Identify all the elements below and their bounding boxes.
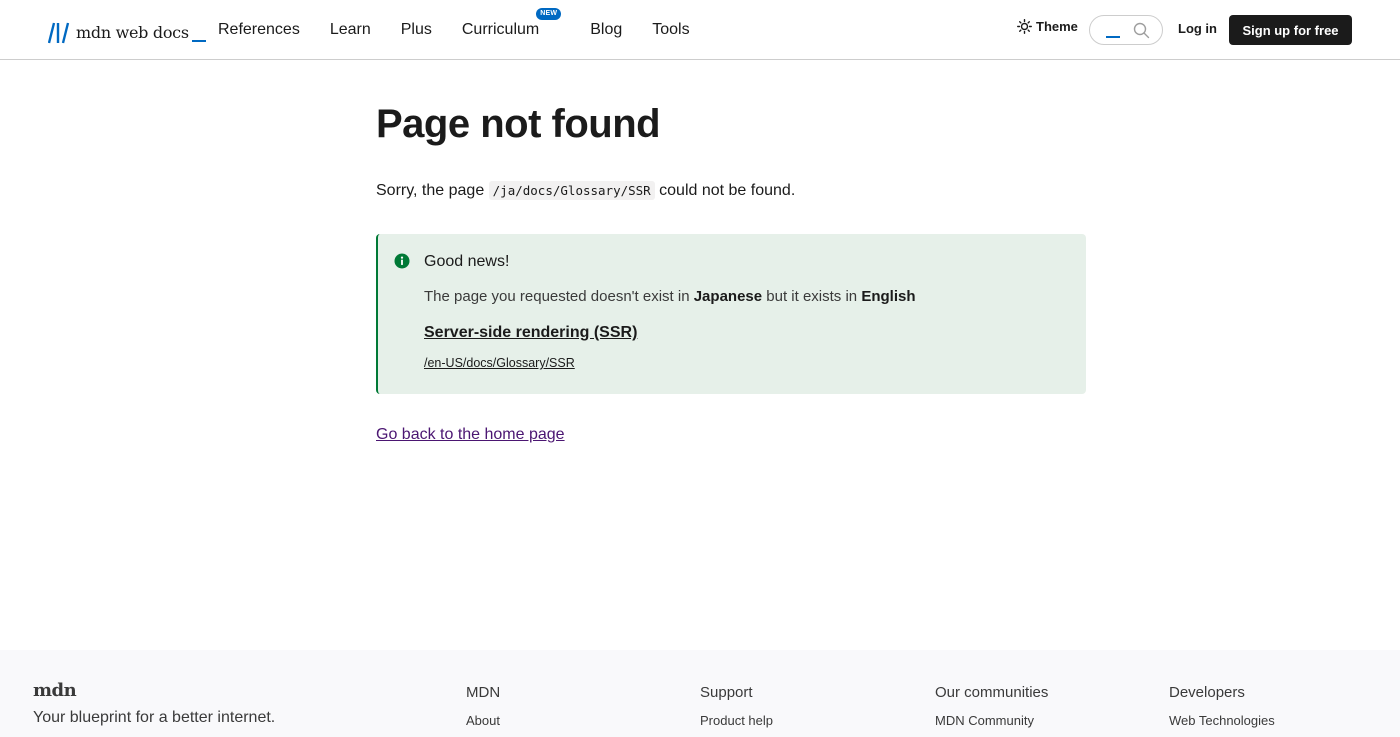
footer-column-communities: Our communities MDN Community	[935, 684, 1048, 728]
footer-link-product-help[interactable]: Product help	[700, 713, 773, 728]
footer-column-developers: Developers Web Technologies	[1169, 684, 1275, 728]
footer-column-mdn: MDN About	[466, 684, 500, 728]
nav-item-curriculum[interactable]: Curriculum NEW	[461, 8, 562, 39]
missing-path: /ja/docs/Glossary/SSR	[488, 181, 655, 200]
good-news-notice: Good news! The page you requested doesn'…	[376, 234, 1086, 394]
sorry-prefix: Sorry, the page	[376, 182, 489, 199]
footer-column-heading: Developers	[1169, 684, 1245, 701]
nav-item-tools[interactable]: Tools	[652, 21, 689, 39]
info-icon	[394, 253, 410, 269]
english-page-path-link[interactable]: /en-US/docs/Glossary/SSR	[424, 356, 575, 370]
footer-link-about[interactable]: About	[466, 713, 500, 728]
footer-link-web-technologies[interactable]: Web Technologies	[1169, 713, 1275, 728]
nav-item-learn[interactable]: Learn	[330, 21, 371, 39]
theme-label: Theme	[1036, 19, 1078, 34]
nav-item-curriculum-label: Curriculum	[461, 21, 540, 38]
notice-text-middle: but it exists in	[762, 288, 862, 305]
language-from: Japanese	[693, 288, 763, 305]
footer-column-heading: Our communities	[935, 684, 1049, 701]
language-to: English	[861, 288, 916, 305]
nav-item-references[interactable]: References	[218, 21, 300, 39]
nav-item-plus[interactable]: Plus	[401, 21, 432, 39]
english-page-link[interactable]: Server-side rendering (SSR)	[424, 324, 637, 342]
footer-column-heading: Support	[700, 684, 753, 701]
footer-column-heading: MDN	[466, 684, 501, 701]
new-badge: NEW	[536, 8, 562, 20]
logo-text: mdn web docs	[76, 23, 189, 42]
search-cursor	[1106, 36, 1120, 38]
logo-cursor	[191, 40, 206, 42]
footer-link-mdn-community[interactable]: MDN Community	[935, 713, 1048, 728]
sun-icon	[1017, 19, 1032, 34]
site-footer: mdn Your blueprint for a better internet…	[0, 650, 1400, 737]
notice-text-prefix: The page you requested doesn't exist in	[424, 288, 694, 305]
mdn-logo-link[interactable]: mdn web docs	[48, 18, 206, 44]
not-found-message: Sorry, the page /ja/docs/Glossary/SSR co…	[376, 181, 796, 200]
nav-item-blog[interactable]: Blog	[590, 21, 622, 39]
mdn-logo-icon	[48, 22, 70, 44]
sorry-suffix: could not be found.	[654, 182, 796, 199]
login-button[interactable]: Log in	[1178, 21, 1217, 36]
main-nav: References Learn Plus Curriculum NEW Blo…	[218, 0, 720, 60]
footer-column-support: Support Product help	[700, 684, 773, 728]
search-icon[interactable]	[1133, 22, 1150, 39]
theme-button[interactable]: Theme	[1017, 19, 1078, 34]
search-input[interactable]	[1089, 15, 1163, 45]
notice-text: The page you requested doesn't exist in …	[424, 288, 916, 305]
notice-heading: Good news!	[424, 253, 510, 270]
signup-button[interactable]: Sign up for free	[1229, 15, 1352, 45]
footer-logo[interactable]: mdn	[33, 680, 77, 701]
home-page-link[interactable]: Go back to the home page	[376, 426, 565, 444]
page-title: Page not found	[376, 102, 661, 146]
site-header: mdn web docs References Learn Plus Curri…	[0, 0, 1400, 60]
footer-tagline: Your blueprint for a better internet.	[33, 709, 276, 726]
